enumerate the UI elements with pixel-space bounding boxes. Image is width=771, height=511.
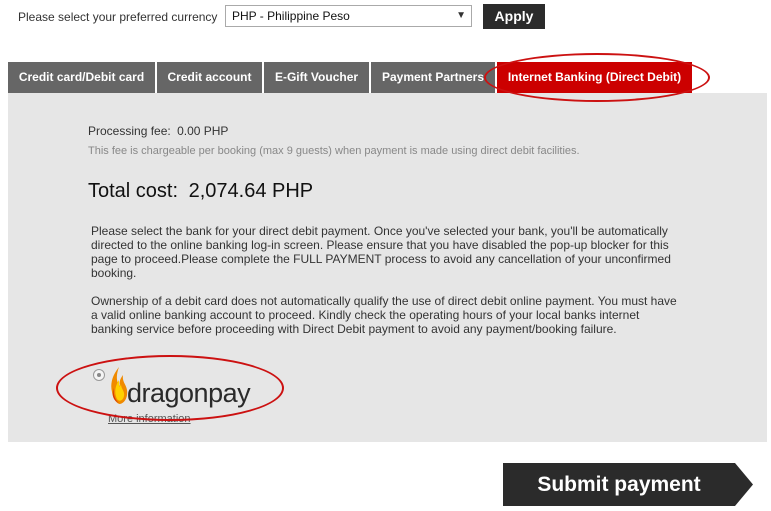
currency-label: Please select your preferred currency bbox=[18, 10, 218, 24]
processing-fee-label: Processing fee: bbox=[88, 124, 171, 138]
instruction-line: Please select the bank for your direct d… bbox=[91, 224, 668, 238]
total-cost-value: 2,074.64 PHP bbox=[188, 180, 314, 202]
tab-payment-partners[interactable]: Payment Partners bbox=[371, 62, 495, 93]
instruction-line: page to proceed.Please complete the FULL… bbox=[91, 252, 671, 266]
processing-fee-value: 0.00 PHP bbox=[177, 124, 229, 138]
tab-credit-debit-card[interactable]: Credit card/Debit card bbox=[8, 62, 155, 93]
notice-line: Ownership of a debit card does not autom… bbox=[91, 294, 677, 308]
debit-card-notice: Ownership of a debit card does not autom… bbox=[91, 294, 691, 336]
notice-line: a valid online banking account to procee… bbox=[91, 308, 640, 322]
submit-payment-button[interactable]: Submit payment bbox=[503, 463, 753, 506]
currency-select-value: PHP - Philippine Peso bbox=[232, 9, 350, 23]
dropdown-arrow-icon: ▼ bbox=[456, 10, 466, 21]
submit-payment-label: Submit payment bbox=[537, 473, 701, 496]
total-cost-label: Total cost: bbox=[88, 180, 179, 202]
total-cost: Total cost: 2,074.64 PHP bbox=[88, 180, 313, 203]
instruction-line: directed to the online banking log-in sc… bbox=[91, 238, 669, 252]
apply-button[interactable]: Apply bbox=[483, 4, 545, 29]
bank-instructions: Please select the bank for your direct d… bbox=[91, 224, 691, 280]
processing-fee-note: This fee is chargeable per booking (max … bbox=[88, 145, 580, 157]
dragonpay-logo: dragonpay bbox=[127, 378, 251, 408]
more-information-link[interactable]: More information bbox=[108, 413, 191, 425]
currency-select[interactable]: PHP - Philippine Peso ▼ bbox=[225, 5, 472, 27]
tab-credit-account[interactable]: Credit account bbox=[157, 62, 262, 93]
notice-line: banking service before proceeding with D… bbox=[91, 322, 617, 336]
instruction-line: booking. bbox=[91, 266, 137, 280]
processing-fee: Processing fee: 0.00 PHP bbox=[88, 124, 228, 138]
tab-e-gift-voucher[interactable]: E-Gift Voucher bbox=[264, 62, 369, 93]
tab-internet-banking[interactable]: Internet Banking (Direct Debit) bbox=[497, 62, 692, 93]
dragonpay-radio[interactable] bbox=[93, 369, 105, 381]
